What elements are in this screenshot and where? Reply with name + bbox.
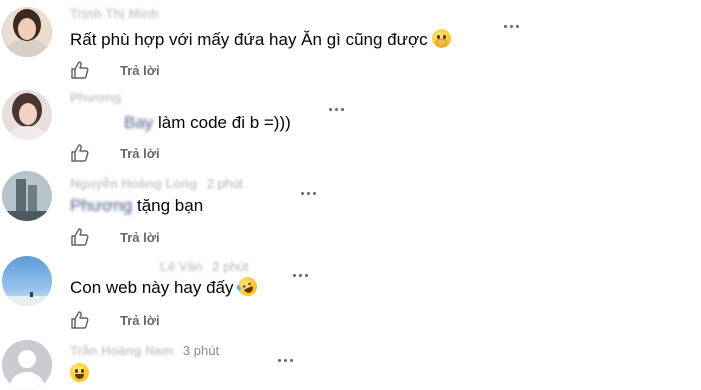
grinning-face-icon [70,363,89,382]
comment-item: Nguyễn Hoàng Long 2 phút Phương tặng bạn… [0,168,701,252]
more-options-button[interactable] [297,187,319,201]
avatar[interactable] [2,340,52,390]
reply-button[interactable]: Trả lời [120,146,160,161]
like-icon[interactable] [70,143,90,163]
author-name[interactable]: Lê Văn [160,259,203,274]
comment-item: Lê Văn 2 phút Con web này hay đấy Trả lờ… [0,252,701,336]
more-options-button[interactable] [289,269,311,283]
comment-item: Trần Hoàng Nam 3 phút [0,336,701,390]
author-name[interactable]: Nguyễn Hoàng Long [70,176,197,191]
comment-text: Bay làm code đi b =))) [70,112,291,134]
comment-timestamp[interactable]: 3 phút [183,343,219,358]
avatar[interactable] [2,90,52,140]
comment-author-line: Trịnh Thị Minh [70,6,159,24]
like-icon[interactable] [70,227,90,247]
mentioned-user[interactable]: Phương [70,195,132,217]
comment-author-line: Phương [70,90,121,108]
comment-author-line: Trần Hoàng Nam 3 phút [70,343,219,361]
reply-button[interactable]: Trả lời [120,313,160,328]
comment-text [70,363,89,385]
avatar[interactable] [2,256,52,306]
comment-timestamp[interactable]: 2 phút [207,176,243,191]
more-options-button[interactable] [274,354,296,368]
author-name[interactable]: Trịnh Thị Minh [70,6,159,21]
avatar[interactable] [2,171,52,221]
avatar[interactable] [2,7,52,57]
comment-text-content: Con web này hay đấy [70,278,234,297]
more-options-button[interactable] [325,103,347,117]
default-avatar-icon [2,340,52,390]
reply-button[interactable]: Trả lời [120,63,160,78]
more-options-button[interactable] [500,20,522,34]
rolling-on-floor-laughing-icon [235,273,261,300]
avatar-photo [2,7,52,57]
comment-text-content: tặng bạn [136,196,204,215]
mentioned-user[interactable]: Bay [124,112,153,134]
comment-text: Phương tặng bạn [70,195,203,217]
comment-text-content: Rất phù hợp với mấy đứa hay Ăn gì cũng đ… [70,30,428,49]
comment-author-line: Lê Văn 2 phút [160,259,248,277]
author-name[interactable]: Phương [70,90,121,105]
comment-text: Con web này hay đấy [70,273,261,300]
shushing-face-icon [432,29,452,48]
reply-button[interactable]: Trả lời [120,230,160,245]
avatar-photo [2,171,52,221]
like-icon[interactable] [70,310,90,330]
comment-author-line: Nguyễn Hoàng Long 2 phút [70,176,243,194]
comment-timestamp[interactable]: 2 phút [212,259,248,274]
avatar-photo [2,90,52,140]
avatar-photo [2,256,52,306]
comment-text-content: làm code đi b =))) [158,113,291,132]
comment-text: Rất phù hợp với mấy đứa hay Ăn gì cũng đ… [70,29,452,51]
comment-item: Trịnh Thị Minh Rất phù hợp với mấy đứa h… [0,0,701,84]
comment-item: Phương Bay làm code đi b =))) Trả lời [0,84,701,168]
like-icon[interactable] [70,60,90,80]
author-name[interactable]: Trần Hoàng Nam [70,343,173,358]
